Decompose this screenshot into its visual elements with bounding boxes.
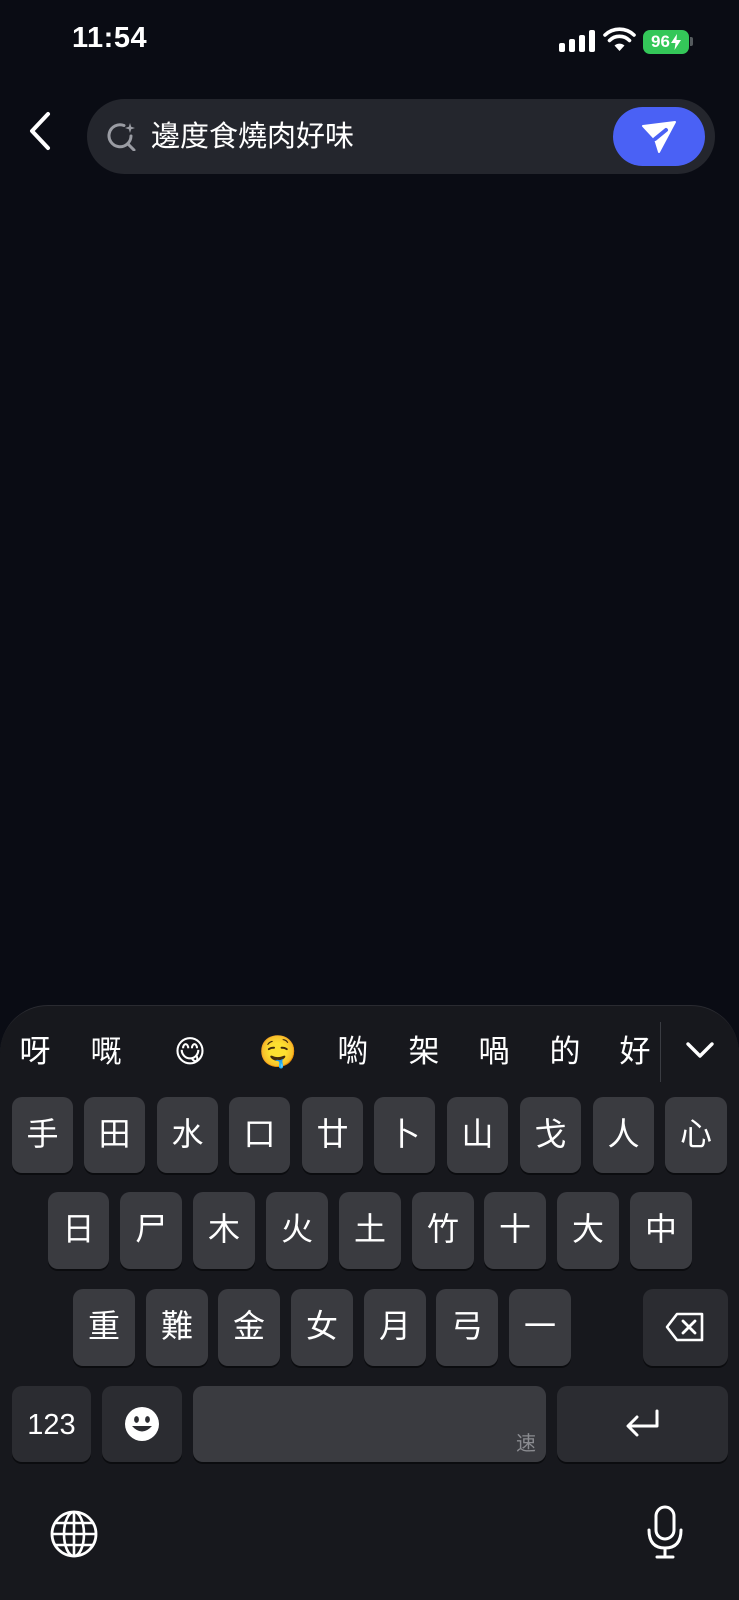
- key-label: 廿: [316, 1115, 349, 1153]
- key-label: 口: [243, 1115, 276, 1153]
- key[interactable]: 山: [447, 1097, 508, 1173]
- key-label: 尸: [134, 1210, 167, 1248]
- chevron-down-icon[interactable]: [680, 1030, 720, 1070]
- candidate-emoji[interactable]: 🤤: [254, 1028, 302, 1076]
- key[interactable]: 土: [339, 1192, 401, 1269]
- candidate-word[interactable]: 的: [541, 1028, 589, 1076]
- key[interactable]: 難: [146, 1289, 208, 1366]
- key-label: 卜: [388, 1115, 421, 1153]
- candidate-bar: 呀 嘅 😋 🤤 喲 架 喎 的 好: [0, 1006, 739, 1102]
- key[interactable]: 十: [484, 1192, 546, 1269]
- backspace-icon: [665, 1312, 704, 1342]
- numbers-key-label: 123: [27, 1409, 76, 1441]
- send-icon: [642, 120, 676, 153]
- key-label: 山: [461, 1115, 494, 1153]
- key[interactable]: 一: [509, 1289, 571, 1366]
- chevron-left-icon[interactable]: [24, 108, 60, 154]
- key[interactable]: 戈: [520, 1097, 581, 1173]
- key-label: 女: [305, 1307, 338, 1345]
- key[interactable]: 田: [84, 1097, 145, 1173]
- key-label: 竹: [426, 1210, 459, 1248]
- search-bar[interactable]: 邊度食燒肉好味: [87, 99, 715, 174]
- candidate-divider: [660, 1022, 661, 1082]
- status-time: 11:54: [72, 22, 148, 54]
- key-label: 手: [26, 1115, 59, 1153]
- key-label: 木: [207, 1210, 240, 1248]
- key[interactable]: 人: [593, 1097, 654, 1173]
- key-label: 弓: [450, 1307, 483, 1345]
- screen: 11:54 96 邊度食燒肉好味 呀 嘅 😋 🤤 喲 架 喎 的 好 手 田 水…: [0, 0, 739, 1600]
- key[interactable]: 日: [48, 1192, 109, 1269]
- key-label: 大: [571, 1210, 604, 1248]
- key[interactable]: 廿: [302, 1097, 363, 1173]
- key[interactable]: 尸: [120, 1192, 182, 1269]
- key-label: 戈: [534, 1115, 567, 1153]
- key-label: 田: [98, 1115, 131, 1153]
- search-input[interactable]: 邊度食燒肉好味: [151, 117, 354, 155]
- key[interactable]: 月: [364, 1289, 426, 1366]
- candidate-word[interactable]: 呀: [11, 1028, 59, 1076]
- space-key[interactable]: 速: [193, 1386, 546, 1462]
- return-icon: [626, 1409, 659, 1437]
- candidate-word[interactable]: 嘅: [82, 1028, 130, 1076]
- key-label: 火: [280, 1210, 313, 1248]
- delete-key[interactable]: [643, 1289, 728, 1366]
- key[interactable]: 重: [73, 1289, 135, 1366]
- key[interactable]: 卜: [374, 1097, 435, 1173]
- candidate-word[interactable]: 架: [400, 1028, 448, 1076]
- battery-cap: [690, 37, 693, 46]
- key[interactable]: 心: [665, 1097, 727, 1173]
- key[interactable]: 木: [193, 1192, 255, 1269]
- send-button[interactable]: [613, 107, 705, 166]
- keyboard: 呀 嘅 😋 🤤 喲 架 喎 的 好 手 田 水 口 廿 卜 山 戈 人 心 日 …: [0, 1005, 739, 1600]
- space-hint: 速: [516, 1431, 536, 1455]
- cellular-signal-icon: [559, 30, 595, 52]
- emoji-icon: [125, 1407, 159, 1441]
- numbers-key[interactable]: 123: [12, 1386, 91, 1462]
- key[interactable]: 水: [157, 1097, 218, 1173]
- key[interactable]: 口: [229, 1097, 290, 1173]
- key-label: 金: [232, 1307, 265, 1345]
- charging-bolt-icon: [670, 34, 681, 50]
- key-label: 十: [498, 1210, 531, 1248]
- key-label: 日: [62, 1210, 95, 1248]
- battery-indicator: 96: [643, 30, 689, 54]
- key[interactable]: 手: [12, 1097, 73, 1173]
- emoji-key[interactable]: [102, 1386, 182, 1462]
- key-label: 土: [353, 1210, 386, 1248]
- search-sparkle-icon: [107, 123, 136, 151]
- key-label: 中: [644, 1210, 677, 1248]
- key-label: 水: [171, 1115, 204, 1153]
- wifi-icon: [603, 27, 636, 51]
- candidate-emoji[interactable]: 😋: [166, 1028, 214, 1076]
- globe-icon[interactable]: [49, 1509, 99, 1559]
- candidate-word[interactable]: 喲: [329, 1028, 377, 1076]
- key[interactable]: 大: [557, 1192, 619, 1269]
- microphone-icon[interactable]: [645, 1504, 685, 1560]
- key-label: 重: [87, 1307, 120, 1345]
- candidate-word[interactable]: 喎: [470, 1028, 518, 1076]
- key-label: 人: [607, 1115, 640, 1153]
- return-key[interactable]: [557, 1386, 728, 1462]
- key[interactable]: 女: [291, 1289, 353, 1366]
- key-label: 心: [679, 1115, 712, 1153]
- key[interactable]: 竹: [412, 1192, 474, 1269]
- key[interactable]: 弓: [436, 1289, 498, 1366]
- battery-level: 96: [651, 32, 670, 51]
- candidate-word[interactable]: 好: [611, 1028, 659, 1076]
- key[interactable]: 金: [218, 1289, 280, 1366]
- key-label: 月: [378, 1307, 411, 1345]
- key[interactable]: 火: [266, 1192, 328, 1269]
- key-label: 一: [523, 1307, 556, 1345]
- key-label: 難: [160, 1307, 193, 1345]
- key[interactable]: 中: [630, 1192, 692, 1269]
